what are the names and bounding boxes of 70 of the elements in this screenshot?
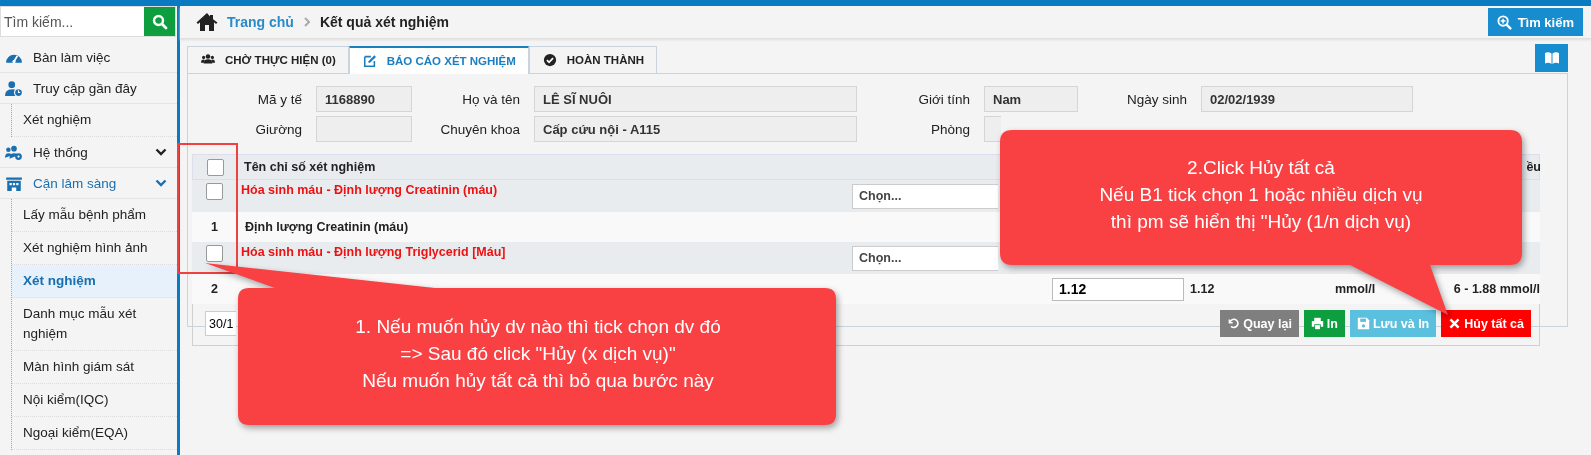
field-label: Phòng: [930, 121, 970, 137]
select-field[interactable]: Chọn...: [852, 183, 998, 209]
action-button[interactable]: In: [1303, 310, 1345, 337]
users-icon: [200, 53, 216, 67]
field-label: Mã y tế: [257, 91, 302, 107]
sidebar-item[interactable]: Xét nghiệm: [12, 104, 177, 137]
table-cell-text: Định lượng Creatinin (máu): [244, 220, 409, 234]
edit-icon: [361, 54, 378, 68]
checkbox[interactable]: [206, 183, 223, 200]
sidebar-item[interactable]: Ngoại kiểm(EQA): [12, 417, 177, 450]
tab[interactable]: CHỜ THỰC HIỆN (0): [187, 46, 349, 73]
breadcrumb-current: Kết quả xét nghiệm: [319, 14, 450, 30]
checkbox[interactable]: [206, 158, 224, 176]
sidebar-item[interactable]: Truy cập gần đây: [0, 73, 177, 104]
sidebar-item[interactable]: Cận lâm sàng: [0, 168, 177, 199]
row-number: 2: [211, 282, 218, 296]
sidebar-item[interactable]: Bàn làm việc: [0, 42, 177, 73]
action-button[interactable]: Hủy tất cả: [1441, 310, 1531, 337]
building-icon: [5, 175, 23, 191]
action-button[interactable]: Quay lại: [1220, 310, 1299, 337]
input-field[interactable]: Nam: [984, 86, 1078, 112]
sidebar-item[interactable]: Danh mục mẫu xét nghiệm: [12, 298, 177, 351]
input-field[interactable]: LÊ SĨ NUÔI: [534, 86, 857, 112]
sidebar-item[interactable]: Màn hình giám sát: [12, 351, 177, 384]
field-label: Chuyên khoa: [440, 121, 520, 137]
sidebar-item[interactable]: Lấy mẫu bệnh phẩm: [12, 199, 177, 232]
sidebar-item[interactable]: Nội kiểm(IQC): [12, 384, 177, 417]
check-circle-icon: [541, 53, 558, 67]
table-cell: 6 - 1.88 mmol/l: [1453, 282, 1540, 296]
input-field[interactable]: [316, 116, 412, 142]
callout-text: 2.Click Hủy tất cả Nếu B1 tick chọn 1 hoặc nhiều dịch vụ thì pm sẽ hiển thị "Hủy (1/n dịch vụ): [1098, 156, 1424, 234]
input-field[interactable]: 1168890: [316, 86, 412, 112]
group-name: Hóa sinh máu - Định lượng Triglycerid [Máu]: [240, 245, 506, 259]
date-field[interactable]: 30/1: [205, 311, 236, 336]
search-field[interactable]: Tìm kiếm...: [0, 6, 176, 37]
column-header: ều: [1525, 160, 1541, 174]
search-icon: [151, 13, 168, 30]
select-field[interactable]: Chọn...: [852, 245, 998, 271]
result-field[interactable]: 1.12: [1052, 277, 1184, 301]
floppy-icon: [1356, 317, 1370, 330]
table-cell-text: 1.12: [1189, 282, 1215, 296]
tab[interactable]: HOÀN THÀNH: [528, 46, 658, 73]
group-name: Hóa sinh máu - Định lượng Creatinin (máu): [240, 183, 498, 197]
close-icon: [1448, 317, 1462, 330]
search-button[interactable]: [144, 7, 175, 36]
sidebar-item[interactable]: Xét nghiệm: [12, 265, 177, 298]
book-button[interactable]: [1535, 44, 1568, 72]
users-gear-icon: [5, 144, 23, 160]
field-label: Giường: [255, 121, 302, 137]
home-icon: [196, 12, 218, 32]
input-field[interactable]: 02/02/1939: [1201, 86, 1413, 112]
tab[interactable]: BÁO CÁO XÉT NGHIỆM: [348, 46, 529, 74]
input-field[interactable]: Cấp cứu nội - A115: [534, 116, 857, 142]
input-field[interactable]: [984, 116, 1001, 142]
sidebar-item[interactable]: Hệ thống: [0, 137, 177, 168]
field-label: Giới tính: [918, 91, 970, 107]
callout-text: 1. Nếu muốn hủy dv nào thì tick chọn dv đó => Sau đó click "Hủy (x dịch vụ)" Nếu muốn hủy tất cả thì bỏ qua bước này: [354, 315, 722, 393]
field-label: Ngày sinh: [1126, 91, 1187, 107]
user-clock-icon: [5, 80, 23, 96]
printer-icon: [1310, 317, 1324, 330]
table-cell: mmol/l: [1335, 282, 1376, 296]
checkbox[interactable]: [206, 245, 223, 262]
book-icon: [1543, 51, 1560, 65]
column-header: Tên chỉ số xét nghiệm: [243, 160, 376, 174]
row-number: 1: [211, 220, 218, 234]
field-label: Họ và tên: [462, 91, 520, 107]
zoom-in-icon: [1496, 14, 1512, 30]
chevron-right-icon: [302, 17, 311, 27]
undo-icon: [1227, 317, 1241, 330]
search-button[interactable]: Tìm kiếm: [1487, 8, 1583, 36]
